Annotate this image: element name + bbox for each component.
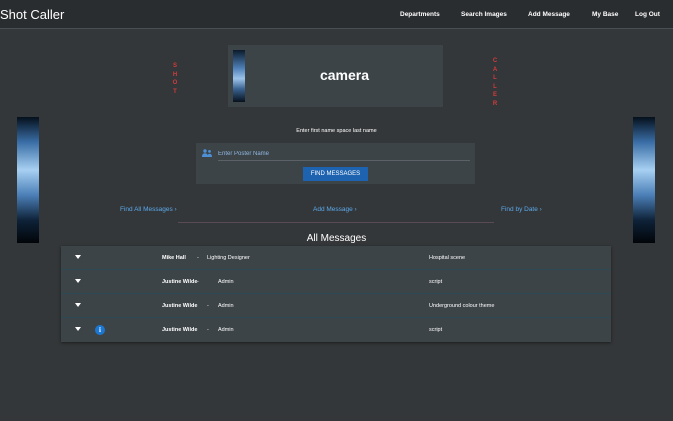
poster-name: Justine Wilde [162,279,198,285]
side-image-left [17,117,39,243]
top-navbar: Shot Caller Departments Search Images Ad… [0,0,673,29]
decor-letter: A [492,66,498,73]
separator: - [207,327,209,333]
poster-role: Admin [218,327,234,333]
info-icon[interactable]: i [95,325,105,335]
department-title: camera [319,67,370,83]
nav-departments[interactable]: Departments [400,11,440,18]
search-panel: FIND MESSAGES [196,143,475,184]
message-subject: Hospital scene [429,255,466,261]
brand-logo[interactable]: Shot Caller [0,7,64,22]
message-subject: script [429,279,443,285]
messages-title: All Messages [306,233,367,244]
nav-my-base[interactable]: My Base [592,11,618,18]
poster-name: Justine Wilde [162,303,198,309]
decor-letter: H [172,71,178,78]
message-row[interactable]: Justine Wilde - Admin script [61,270,611,294]
separator: - [197,255,199,261]
separator: - [207,303,209,309]
find-all-messages-link[interactable]: Find All Messages › [120,206,177,213]
poster-name: Mike Hall [162,255,186,261]
search-prompt: Enter first name space last name [296,128,377,134]
side-image-right [633,117,655,243]
department-header: camera [228,45,443,107]
section-divider [178,222,494,223]
nav-search-images[interactable]: Search Images [461,11,507,18]
poster-role: Admin [218,279,234,285]
nav-add-message[interactable]: Add Message [528,11,570,18]
message-row[interactable]: i Justine Wilde - Admin script [61,318,611,342]
caret-down-icon[interactable] [75,279,81,283]
poster-role: Admin [218,303,234,309]
message-subject: Underground colour theme [429,303,495,309]
caret-down-icon[interactable] [75,303,81,307]
poster-name: Justine Wilde [162,327,198,333]
message-subject: script [429,327,443,333]
caret-down-icon[interactable] [75,255,81,259]
add-message-link[interactable]: Add Message › [313,206,357,213]
nav-log-out[interactable]: Log Out [635,11,660,18]
decor-letter: R [492,100,498,107]
decor-letter: L [493,75,497,81]
find-messages-button[interactable]: FIND MESSAGES [303,167,368,181]
find-by-date-link[interactable]: Find by Date › [501,206,542,213]
decor-letter: E [492,92,497,98]
decor-word-caller: C A L L E R [491,57,499,108]
decor-letter: L [493,83,497,90]
people-icon [202,149,213,159]
message-row[interactable]: Justine Wilde - Admin Underground colour… [61,294,611,318]
caret-down-icon[interactable] [75,327,81,331]
decor-letter: O [172,80,178,86]
decor-letter: T [173,88,177,95]
separator: - [197,279,199,285]
decor-letter: C [492,58,498,64]
decor-letter: S [172,63,177,69]
messages-table: Mike Hall - Lighting Designer Hospital s… [61,246,611,342]
poster-role: Lighting Designer [207,255,250,261]
poster-name-input[interactable] [218,147,470,161]
message-row[interactable]: Mike Hall - Lighting Designer Hospital s… [61,246,611,270]
decor-word-shot: S H O T [171,62,179,96]
